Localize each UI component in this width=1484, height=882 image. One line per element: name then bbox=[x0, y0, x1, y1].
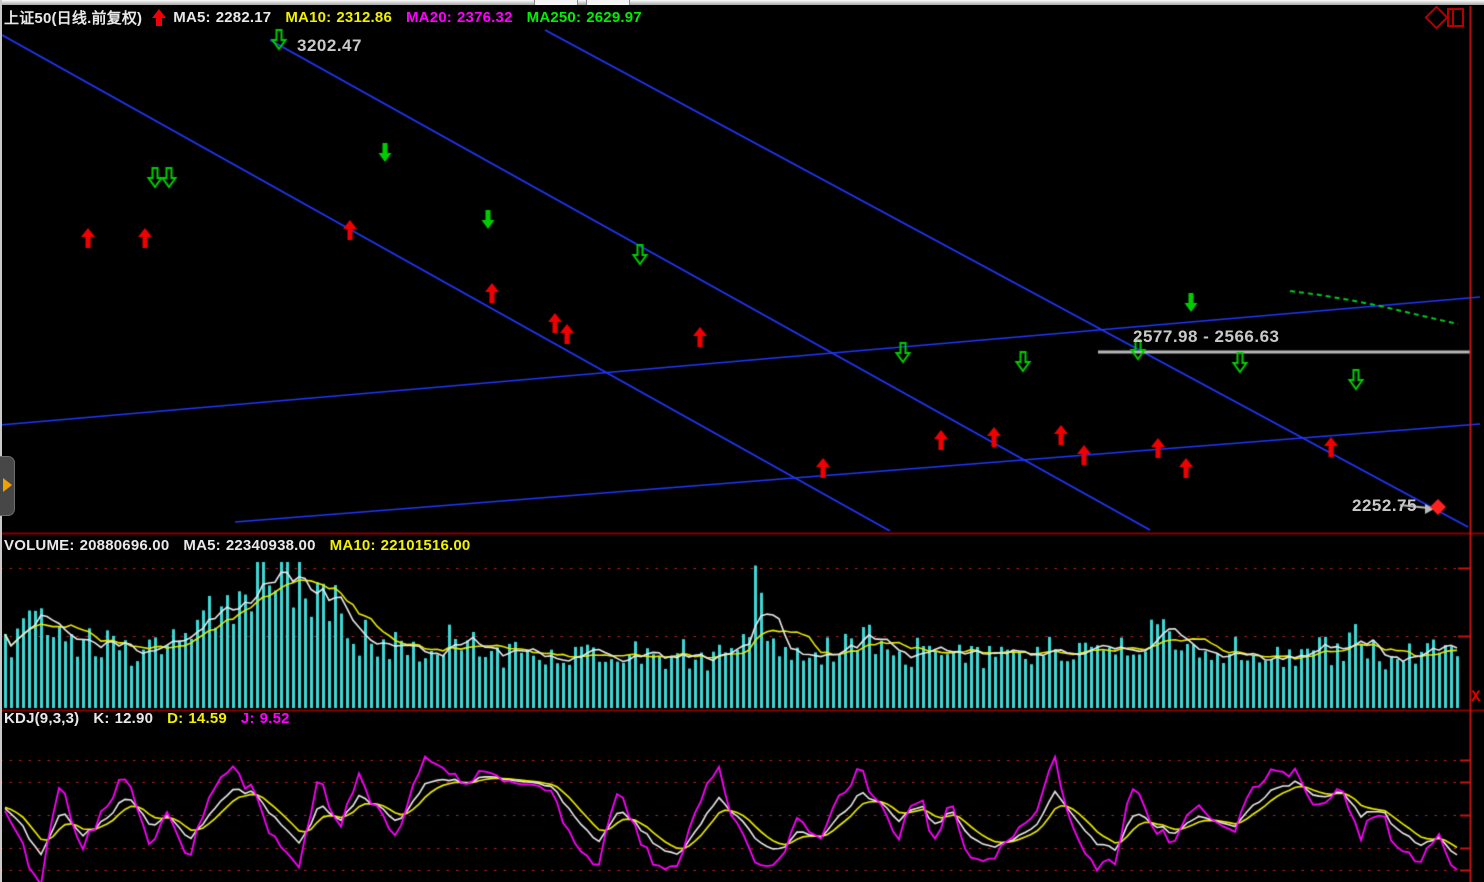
kdj-j-label: J: bbox=[241, 710, 255, 727]
window-top-edge bbox=[0, 0, 1484, 5]
instrument-title: 上证50(日线.前复权) bbox=[4, 7, 142, 28]
ma250-label: MA250: bbox=[527, 9, 582, 26]
kdj-k-label: K: bbox=[93, 710, 109, 727]
split-window-divider bbox=[1452, 10, 1454, 25]
peak-price-label: 3202.47 bbox=[297, 36, 362, 56]
ma250-value: 2629.97 bbox=[586, 9, 642, 26]
window-left-edge bbox=[0, 0, 2, 882]
vol-ma10-label: MA10: bbox=[330, 537, 376, 554]
volume-pane-header: VOLUME: 20880696.00 MA5: 22340938.00 MA1… bbox=[4, 537, 470, 554]
volume-value: 20880696.00 bbox=[80, 537, 170, 554]
kdj-j-value: 9.52 bbox=[260, 710, 290, 727]
top-scroll-thumb-1[interactable] bbox=[534, 0, 578, 5]
expand-arrow-icon bbox=[3, 478, 12, 492]
sidebar-expand-tab[interactable] bbox=[0, 456, 15, 516]
ma5-label: MA5: bbox=[173, 9, 210, 26]
stock-chart-window: 上证50(日线.前复权) MA5: 2282.17 MA10: 2312.86 … bbox=[0, 0, 1484, 882]
vol-ma5-label: MA5: bbox=[183, 537, 220, 554]
volume-label: VOLUME: bbox=[4, 537, 75, 554]
ma10-label: MA10: bbox=[285, 9, 331, 26]
kdj-pane-header: KDJ(9,3,3) K: 12.90 D: 14.59 J: 9.52 bbox=[4, 710, 290, 727]
ma20-label: MA20: bbox=[406, 9, 452, 26]
kdj-d-value: 14.59 bbox=[188, 710, 227, 727]
kdj-d-label: D: bbox=[167, 710, 183, 727]
ma20-value: 2376.32 bbox=[457, 9, 513, 26]
close-indicator-button[interactable]: X bbox=[1471, 688, 1481, 706]
top-scroll-thumb-2[interactable] bbox=[586, 0, 630, 5]
ma10-value: 2312.86 bbox=[336, 9, 392, 26]
resistance-range-label: 2577.98 - 2566.63 bbox=[1133, 327, 1280, 347]
low-price-label: 2252.75 bbox=[1352, 496, 1417, 516]
chart-canvas[interactable] bbox=[0, 0, 1484, 882]
price-pane-header: 上证50(日线.前复权) MA5: 2282.17 MA10: 2312.86 … bbox=[4, 7, 642, 28]
vol-ma10-value: 22101516.00 bbox=[381, 537, 471, 554]
kdj-k-value: 12.90 bbox=[115, 710, 154, 727]
vol-ma5-value: 22340938.00 bbox=[226, 537, 316, 554]
red-up-arrow-icon bbox=[152, 9, 167, 27]
split-window-icon[interactable] bbox=[1447, 8, 1464, 27]
kdj-name: KDJ(9,3,3) bbox=[4, 710, 79, 727]
ma5-value: 2282.17 bbox=[216, 9, 272, 26]
